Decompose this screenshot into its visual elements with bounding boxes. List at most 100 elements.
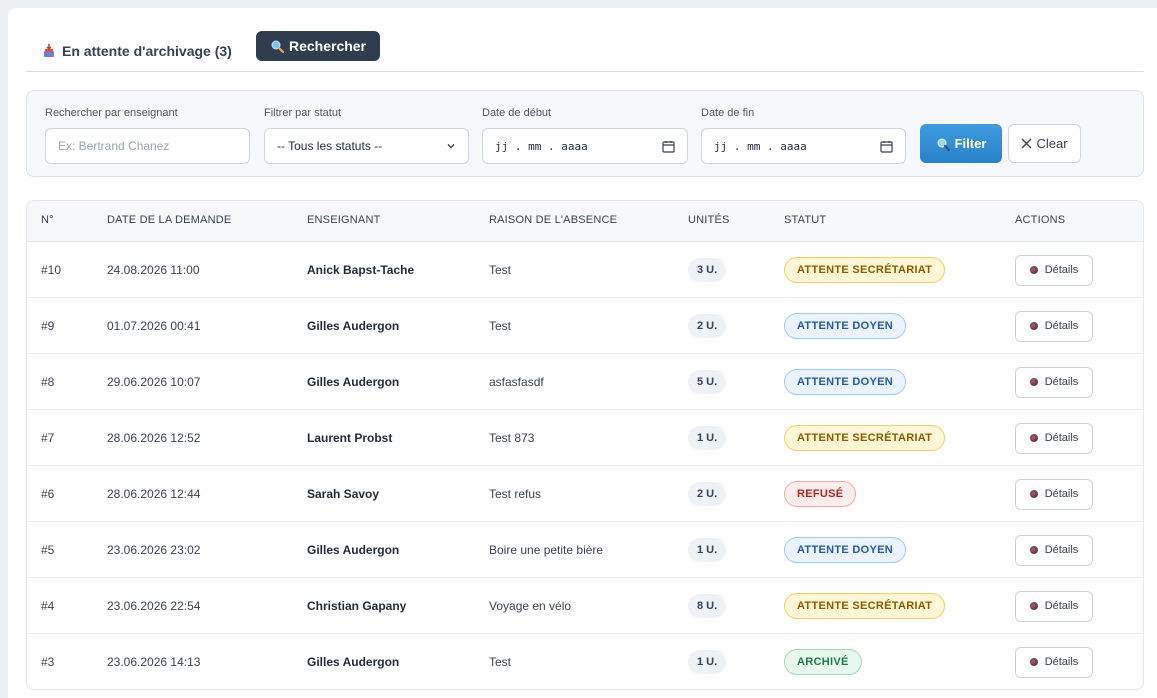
row-date: 28.06.2026 12:44 — [107, 487, 201, 501]
tab-search[interactable]: Rechercher — [256, 31, 380, 61]
row-status-cell: ATTENTE SECRÉTARIAT — [784, 410, 946, 466]
table-row: #3 23.06.2026 14:13 Gilles Audergon Test 1 U… — [27, 634, 1143, 689]
details-button[interactable]: Détails — [1015, 422, 1093, 454]
units-pill: 1 U. — [688, 426, 727, 450]
table-row: #5 23.06.2026 23:02 Gilles Audergon Boire u… — [27, 522, 1143, 578]
start-date-input[interactable]: jj . mm . aaaa — [482, 128, 688, 164]
row-date: 28.06.2026 12:52 — [107, 431, 201, 445]
end-date-input[interactable]: jj . mm . aaaa — [701, 128, 906, 164]
details-button-label: Détails — [1044, 488, 1079, 500]
table-row: #4 23.06.2026 22:54 Christian Gapany Voyage… — [27, 578, 1143, 634]
row-status-cell: ATTENTE DOYEN — [784, 522, 906, 578]
clear-button[interactable]: Clear — [1008, 124, 1081, 163]
row-reason: Test 873 — [489, 431, 535, 445]
calendar-icon[interactable] — [880, 140, 893, 153]
row-teacher: Laurent Probst — [307, 431, 393, 445]
row-actions-cell: Détails — [1015, 578, 1093, 634]
details-button[interactable]: Détails — [1015, 590, 1093, 622]
row-status-cell: ATTENTE DOYEN — [784, 298, 906, 354]
row-units-cell: 1 U. — [688, 410, 727, 466]
tab-archive-label: En attente d'archivage (3) — [62, 43, 232, 59]
row-reason: Boire une petite bière — [489, 543, 604, 557]
header-units: UNITÉS — [688, 214, 730, 226]
table-row: #7 28.06.2026 12:52 Laurent Probst Test 873… — [27, 410, 1143, 466]
teacher-filter-group: Rechercher par enseignant Ex: Bertrand C… — [45, 107, 250, 164]
status-select[interactable]: -- Tous les statuts -- — [264, 128, 469, 164]
row-date: 23.06.2026 14:13 — [107, 655, 201, 669]
row-units-cell: 8 U. — [688, 578, 727, 634]
filter-button-label: Filter — [954, 136, 987, 151]
details-button[interactable]: Détails — [1015, 646, 1093, 678]
details-button[interactable]: Détails — [1015, 366, 1093, 398]
table-body: #10 24.08.2026 11:00 Anick Bapst-Tache Test… — [27, 242, 1143, 689]
status-badge: ATTENTE DOYEN — [784, 313, 906, 339]
details-button-label: Détails — [1044, 544, 1079, 556]
units-pill: 5 U. — [688, 370, 727, 394]
tab-archive[interactable]: En attente d'archivage (3) — [42, 39, 232, 63]
row-reason: Test — [489, 655, 512, 669]
status-badge: ATTENTE DOYEN — [784, 369, 906, 395]
row-teacher: Gilles Audergon — [307, 655, 400, 669]
status-badge: ATTENTE SECRÉTARIAT — [784, 257, 946, 283]
table-row: #6 28.06.2026 12:44 Sarah Savoy Test refus 2… — [27, 466, 1143, 522]
row-actions-cell: Détails — [1015, 634, 1093, 689]
start-date-group: Date de début jj . mm . aaaa — [482, 107, 688, 164]
units-pill: 1 U. — [688, 650, 727, 674]
end-date-label: Date de fin — [701, 107, 755, 119]
end-date-value: jj . mm . aaaa — [714, 139, 807, 153]
details-button[interactable]: Détails — [1015, 254, 1093, 286]
details-button[interactable]: Détails — [1015, 534, 1093, 566]
row-actions-cell: Détails — [1015, 354, 1093, 410]
eye-icon — [1029, 378, 1038, 386]
row-status-cell: ATTENTE DOYEN — [784, 354, 906, 410]
row-number: #10 — [41, 263, 62, 277]
header-actions: ACTIONS — [1015, 214, 1066, 226]
row-reason: Voyage en vélo — [489, 599, 572, 613]
row-number: #7 — [41, 431, 55, 445]
calendar-icon[interactable] — [662, 140, 675, 153]
status-select-value: -- Tous les statuts -- — [277, 139, 383, 153]
end-date-group: Date de fin jj . mm . aaaa — [701, 107, 906, 164]
units-pill: 3 U. — [688, 258, 727, 282]
main-card: En attente d'archivage (3) Rechercher Re… — [8, 8, 1157, 698]
row-actions-cell: Détails — [1015, 298, 1093, 354]
row-reason: Test — [489, 263, 512, 277]
details-button[interactable]: Détails — [1015, 478, 1093, 510]
header-status: STATUT — [784, 214, 827, 226]
details-button-label: Détails — [1044, 432, 1079, 444]
teacher-filter-label: Rechercher par enseignant — [45, 107, 178, 119]
eye-icon — [1029, 546, 1038, 554]
row-actions-cell: Détails — [1015, 466, 1093, 522]
filter-button[interactable]: Filter — [920, 124, 1002, 163]
table-header: N° DATE DE LA DEMANDE ENSEIGNANT RAISON … — [27, 201, 1143, 242]
row-teacher: Christian Gapany — [307, 599, 407, 613]
header-reason: RAISON DE L'ABSENCE — [489, 214, 618, 226]
row-units-cell: 1 U. — [688, 522, 727, 578]
row-status-cell: ATTENTE SECRÉTARIAT — [784, 578, 946, 634]
row-number: #4 — [41, 599, 55, 613]
search-icon — [937, 138, 950, 151]
clear-button-label: Clear — [1036, 136, 1068, 151]
teacher-search-input[interactable]: Ex: Bertrand Chanez — [45, 128, 250, 164]
details-button[interactable]: Détails — [1015, 310, 1093, 342]
row-reason: Test refus — [489, 487, 542, 501]
details-button-label: Détails — [1044, 376, 1079, 388]
status-filter-group: Filtrer par statut -- Tous les statuts -… — [264, 107, 469, 164]
status-badge: ATTENTE DOYEN — [784, 537, 906, 563]
eye-icon — [1029, 434, 1038, 442]
status-badge: ATTENTE SECRÉTARIAT — [784, 425, 946, 451]
row-units-cell: 2 U. — [688, 466, 727, 522]
row-teacher: Sarah Savoy — [307, 487, 380, 501]
archive-icon — [44, 44, 54, 57]
row-teacher: Gilles Audergon — [307, 375, 400, 389]
row-date: 01.07.2026 00:41 — [107, 319, 201, 333]
row-actions-cell: Détails — [1015, 242, 1093, 298]
row-actions-cell: Détails — [1015, 410, 1093, 466]
header-number: N° — [41, 214, 54, 226]
eye-icon — [1029, 266, 1038, 274]
row-date: 23.06.2026 23:02 — [107, 543, 201, 557]
row-teacher: Gilles Audergon — [307, 319, 400, 333]
status-badge: ARCHIVÉ — [784, 649, 862, 675]
row-date: 29.06.2026 10:07 — [107, 375, 201, 389]
header-teacher: ENSEIGNANT — [307, 214, 381, 226]
